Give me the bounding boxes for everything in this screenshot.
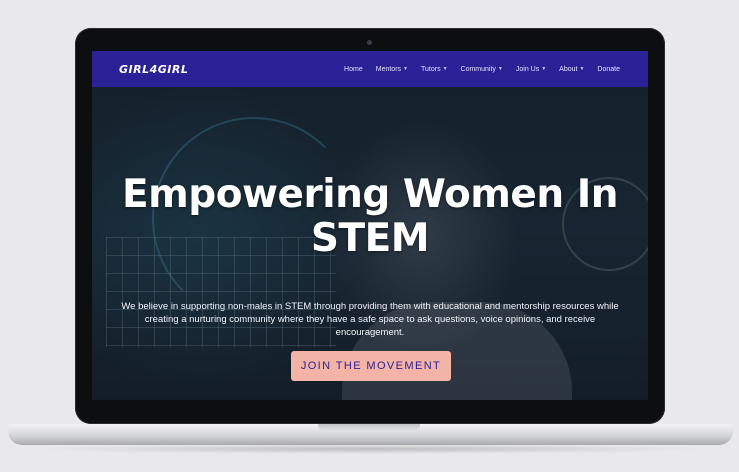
- nav-item-label: Tutors: [420, 65, 441, 73]
- site-logo[interactable]: GIRL4GIRL: [119, 63, 188, 76]
- hero-title: Empowering Women In STEM: [92, 173, 648, 261]
- nav-item-label: Community: [460, 65, 496, 73]
- navbar: GIRL4GIRL Home Mentors ▼ Tutors ▼ Commun…: [92, 51, 648, 87]
- chevron-down-icon: ▼: [541, 66, 547, 72]
- browser-screen: GIRL4GIRL Home Mentors ▼ Tutors ▼ Commun…: [92, 51, 648, 400]
- chevron-down-icon: ▼: [442, 66, 448, 72]
- nav-item-tutors[interactable]: Tutors ▼: [421, 66, 448, 73]
- nav-item-label: Donate: [597, 65, 620, 73]
- nav-item-home[interactable]: Home: [344, 66, 363, 73]
- laptop-shadow: [30, 444, 710, 454]
- join-the-movement-button[interactable]: JOIN THE MOVEMENT: [291, 351, 451, 381]
- nav-menu: Home Mentors ▼ Tutors ▼ Community ▼ Join…: [344, 51, 620, 87]
- laptop-base-notch: [318, 424, 420, 431]
- chevron-down-icon: ▼: [579, 66, 585, 72]
- hero-title-line: Empowering Women In: [122, 172, 618, 217]
- chevron-down-icon: ▼: [497, 66, 503, 72]
- nav-item-about[interactable]: About ▼: [559, 66, 584, 73]
- nav-item-label: Home: [344, 65, 363, 73]
- hero-section: Empowering Women In STEM We believe in s…: [92, 87, 648, 400]
- hero-subtitle: We believe in supporting non-males in ST…: [121, 301, 619, 338]
- hero-title-line: STEM: [310, 216, 430, 261]
- webcam-icon: [367, 40, 372, 45]
- nav-item-label: Join Us: [515, 65, 540, 73]
- nav-item-donate[interactable]: Donate: [597, 66, 620, 73]
- nav-item-label: About: [559, 65, 578, 73]
- nav-item-community[interactable]: Community ▼: [461, 66, 503, 73]
- chevron-down-icon: ▼: [403, 66, 408, 72]
- nav-item-label: Mentors: [375, 65, 402, 73]
- nav-item-join-us[interactable]: Join Us ▼: [516, 66, 546, 73]
- nav-item-mentors[interactable]: Mentors ▼: [376, 66, 408, 73]
